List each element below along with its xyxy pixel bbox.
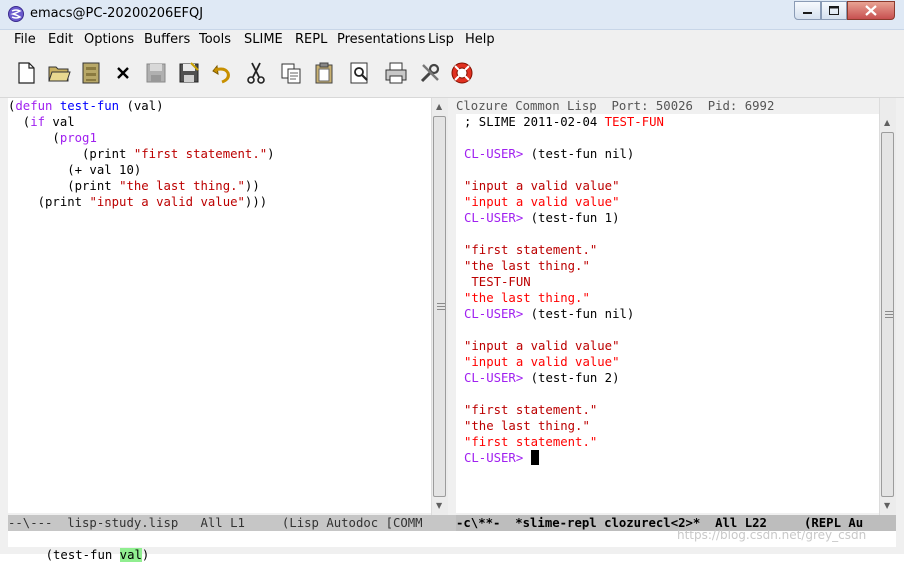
code-line: (defun test-fun (val) xyxy=(8,99,164,113)
scroll-down-arrow-icon[interactable]: ▼ xyxy=(436,501,442,510)
menu-presentations[interactable]: Presentations xyxy=(337,32,425,47)
copy-icon[interactable] xyxy=(279,61,303,85)
minimize-icon xyxy=(803,12,812,14)
code-line: (+ val 10) xyxy=(8,163,142,177)
text-cursor xyxy=(530,450,539,465)
emacs-window: emacs@PC-20200206EFQJ File Edit Options … xyxy=(0,0,904,562)
menu-edit[interactable]: Edit xyxy=(48,32,73,47)
code-line: (if val xyxy=(8,115,75,129)
repl-header-line: Clozure Common Lisp Port: 50026 Pid: 699… xyxy=(456,98,879,114)
lisp-source-buffer[interactable]: (defun test-fun (val) (if val (prog1 (pr… xyxy=(8,98,431,513)
undo-icon[interactable] xyxy=(210,61,234,85)
close-window-button[interactable] xyxy=(847,1,895,20)
print-icon[interactable] xyxy=(384,61,408,85)
window-divider[interactable] xyxy=(448,98,456,515)
save-icon[interactable] xyxy=(144,61,168,85)
right-scrollbar[interactable]: ▲ ▼ xyxy=(879,98,896,515)
slime-repl-buffer[interactable]: Clozure Common Lisp Port: 50026 Pid: 699… xyxy=(456,98,879,513)
menu-bar: File Edit Options Buffers Tools SLIME RE… xyxy=(0,30,904,50)
search-icon[interactable] xyxy=(348,61,372,85)
repl-current-prompt[interactable]: CL-USER> xyxy=(464,450,539,466)
repl-output: "first statement." xyxy=(464,403,598,417)
repl-output: TEST-FUN xyxy=(464,275,531,289)
menu-options[interactable]: Options xyxy=(84,32,134,47)
code-line: (print "input a valid value"))) xyxy=(8,195,268,209)
scroll-down-arrow-icon[interactable]: ▼ xyxy=(884,501,890,510)
repl-output: "input a valid value" xyxy=(464,339,620,353)
menu-file[interactable]: File xyxy=(14,32,36,47)
title-bar: emacs@PC-20200206EFQJ xyxy=(0,0,904,30)
menu-repl[interactable]: REPL xyxy=(295,32,327,47)
code-line: (prog1 xyxy=(8,131,97,145)
mode-line-left[interactable]: --\--- lisp-study.lisp All L1 (Lisp Auto… xyxy=(8,515,456,531)
left-scrollbar[interactable]: ▲ ▼ xyxy=(431,98,448,515)
window-title: emacs@PC-20200206EFQJ xyxy=(30,6,204,21)
repl-input-line: CL-USER> (test-fun 2) xyxy=(464,371,620,385)
repl-result: "input a valid value" xyxy=(464,355,620,369)
repl-output: "the last thing." xyxy=(464,419,590,433)
emacs-icon xyxy=(8,6,24,22)
repl-input-line: CL-USER> (test-fun 1) xyxy=(464,211,620,225)
save-as-icon[interactable] xyxy=(177,61,201,85)
scroll-up-arrow-icon[interactable]: ▲ xyxy=(884,118,890,127)
new-file-icon[interactable] xyxy=(14,61,38,85)
menu-slime[interactable]: SLIME xyxy=(244,32,283,47)
scroll-up-arrow-icon[interactable]: ▲ xyxy=(436,102,442,111)
open-directory-icon[interactable] xyxy=(79,61,103,85)
repl-result: "first statement." xyxy=(464,435,598,449)
menu-help[interactable]: Help xyxy=(465,32,495,47)
close-window-icon xyxy=(865,5,877,16)
watermark: https://blog.csdn.net/grey_csdn xyxy=(677,528,867,542)
cut-icon[interactable] xyxy=(244,61,268,85)
repl-result: "the last thing." xyxy=(464,291,590,305)
maximize-button[interactable] xyxy=(821,1,847,20)
repl-banner: ; SLIME 2011-02-04 TEST-FUN xyxy=(464,115,664,129)
scroll-thumb[interactable] xyxy=(433,116,446,497)
repl-input-line: CL-USER> (test-fun nil) xyxy=(464,307,635,321)
scroll-thumb[interactable] xyxy=(881,132,894,497)
code-line: (print "the last thing.")) xyxy=(8,179,260,193)
current-arg-highlight: val xyxy=(119,548,142,562)
close-icon[interactable] xyxy=(111,61,135,85)
repl-output: "the last thing." xyxy=(464,259,590,273)
tool-bar xyxy=(0,51,904,98)
maximize-icon xyxy=(829,6,839,15)
open-folder-icon[interactable] xyxy=(47,61,71,85)
menu-buffers[interactable]: Buffers xyxy=(144,32,190,47)
repl-output: "input a valid value" xyxy=(464,179,620,193)
menu-lisp[interactable]: Lisp xyxy=(428,32,454,47)
repl-output: "first statement." xyxy=(464,243,598,257)
menu-tools[interactable]: Tools xyxy=(199,32,231,47)
minimize-button[interactable] xyxy=(794,1,821,20)
code-line: (print "first statement.") xyxy=(8,147,275,161)
repl-input-line: CL-USER> (test-fun nil) xyxy=(464,147,635,161)
help-icon[interactable] xyxy=(450,61,474,85)
preferences-icon[interactable] xyxy=(418,61,442,85)
paste-icon[interactable] xyxy=(312,61,336,85)
repl-result: "input a valid value" xyxy=(464,195,620,209)
